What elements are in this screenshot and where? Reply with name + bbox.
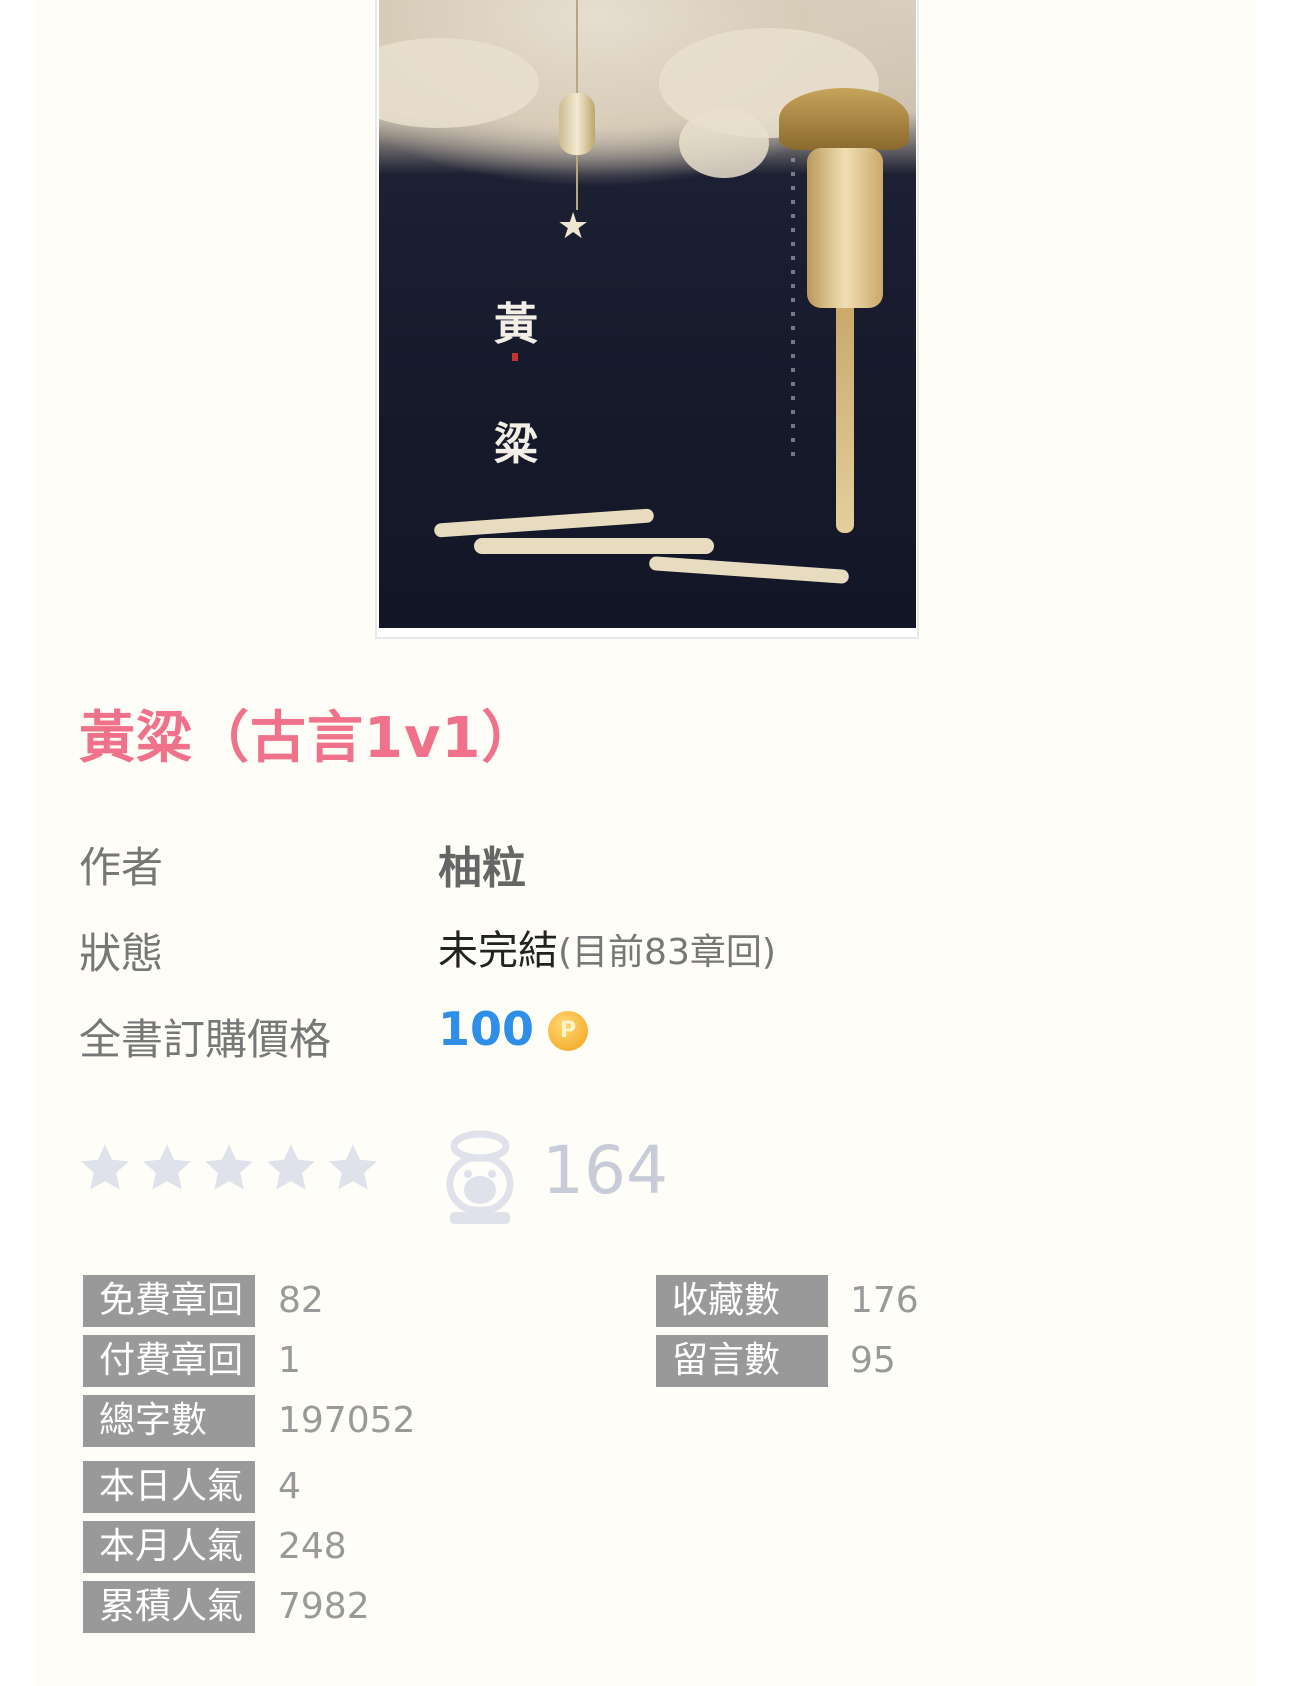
paid-chapters-value: 1 — [278, 1340, 301, 1381]
price-label: 全書訂購價格 — [79, 1015, 332, 1064]
cover-string — [576, 0, 578, 93]
mascot-icon[interactable] — [444, 1128, 516, 1224]
monthly-popularity-tag: 本月人氣 — [83, 1521, 255, 1573]
cover-title-char-2: 粱 — [494, 419, 538, 470]
author-label: 作者 — [79, 843, 164, 892]
cover-river — [474, 538, 714, 554]
comments-value: 95 — [850, 1340, 896, 1381]
cover-star-icon: ★ — [557, 206, 590, 247]
cover-title-char-1: 黃 — [494, 299, 538, 350]
star-icon[interactable] — [263, 1140, 319, 1196]
book-cover-image[interactable]: ★ 黃 粱 — [379, 0, 916, 628]
status-value: 未完結(目前83章回) — [438, 918, 776, 976]
total-popularity-value: 7982 — [278, 1586, 370, 1627]
price-amount: 100 — [438, 1002, 535, 1056]
status-text: 未完結 — [438, 928, 558, 974]
paid-chapters-tag: 付費章回 — [83, 1335, 255, 1387]
cover-string — [576, 155, 578, 210]
cover-lantern — [807, 148, 883, 308]
coin-icon: P — [548, 1011, 589, 1051]
comments-tag: 留言數 — [656, 1335, 828, 1387]
total-popularity-tag: 累積人氣 — [83, 1581, 255, 1633]
star-icon[interactable] — [139, 1140, 195, 1196]
cover-lantern-cap — [779, 88, 909, 150]
free-chapters-tag: 免費章回 — [83, 1275, 255, 1327]
daily-popularity-tag: 本日人氣 — [83, 1461, 255, 1513]
free-chapters-value: 82 — [278, 1280, 324, 1321]
word-count-tag: 總字數 — [83, 1395, 255, 1447]
status-label: 狀態 — [79, 929, 164, 978]
word-count-value: 197052 — [278, 1400, 416, 1441]
star-icon[interactable] — [77, 1140, 133, 1196]
page: ★ 黃 粱 黃粱（古言1v1） 作者 柚粒 狀態 未完結(目前83章回) 全書訂… — [34, 0, 1256, 1686]
cover-dots — [791, 158, 795, 458]
book-cover-frame: ★ 黃 粱 — [375, 0, 919, 639]
cover-river — [648, 556, 850, 584]
monthly-popularity-value: 248 — [278, 1526, 347, 1567]
price-value: 100 P — [438, 1002, 589, 1056]
author-link[interactable]: 柚粒 — [438, 832, 526, 896]
cover-river — [433, 508, 655, 538]
cover-small-lantern — [559, 93, 595, 155]
status-chapter-count: (目前83章回) — [558, 932, 776, 973]
favorites-tag: 收藏數 — [656, 1275, 828, 1327]
book-title: 黃粱（古言1v1） — [79, 706, 539, 771]
cover-seal — [512, 353, 518, 361]
daily-popularity-value: 4 — [278, 1466, 301, 1507]
vote-count: 164 — [542, 1132, 668, 1209]
cover-cloud — [679, 108, 769, 178]
rating-stars[interactable] — [77, 1140, 387, 1200]
cover-lantern-tassel — [836, 308, 854, 533]
star-icon[interactable] — [201, 1140, 257, 1196]
star-icon[interactable] — [325, 1140, 381, 1196]
favorites-value: 176 — [850, 1280, 919, 1321]
